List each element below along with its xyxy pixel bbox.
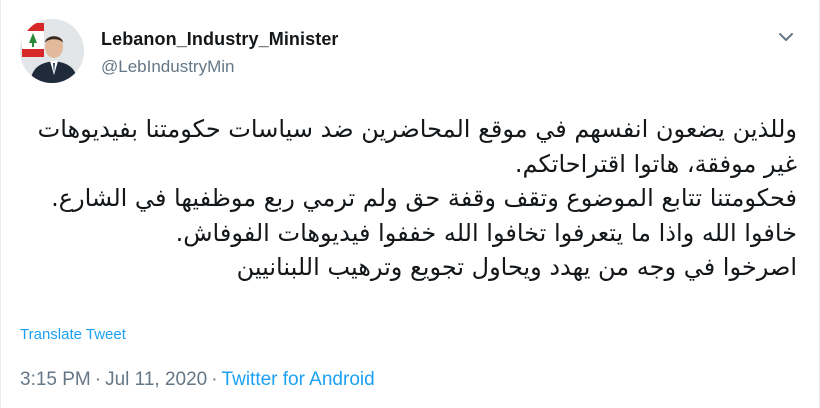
- separator: ·: [211, 369, 218, 390]
- avatar[interactable]: [20, 19, 84, 83]
- tweet-line: غير موفقة، هاتوا اقتراحاتكم.: [514, 149, 797, 178]
- tweet-time[interactable]: 3:15 PM: [20, 369, 91, 390]
- user-handle[interactable]: @LebIndustryMin: [101, 57, 235, 77]
- profile-photo-icon: [20, 19, 84, 83]
- tweet-line: خافوا الله واذا ما يتعرفوا تخافوا الله خ…: [175, 218, 797, 247]
- translate-tweet-link[interactable]: Translate Tweet: [20, 326, 126, 343]
- tweet-line: اصرخوا في وجه من يهدد ويحاول تجويع وترهي…: [236, 253, 797, 282]
- tweet-date[interactable]: Jul 11, 2020: [105, 369, 207, 390]
- display-name[interactable]: Lebanon_Industry_Minister: [101, 29, 339, 50]
- separator: ·: [94, 369, 102, 390]
- tweet-line: وللذين يضعون انفسهم في موقع المحاضرين ضد…: [37, 115, 797, 143]
- chevron-down-icon[interactable]: [775, 26, 797, 48]
- tweet-source-link[interactable]: Twitter for Android: [222, 369, 375, 390]
- tweet-metadata: 3:15 PM · Jul 11, 2020 · Twitter for Android: [20, 369, 375, 391]
- tweet-text: وللذين يضعون انفسهم في موقع المحاضرين ضد…: [17, 112, 797, 285]
- tweet-card: Lebanon_Industry_Minister @LebIndustryMi…: [0, 0, 820, 408]
- tweet-line: فحكومتنا تتابع الموضوع وتقف وقفة حق ولم …: [51, 184, 797, 213]
